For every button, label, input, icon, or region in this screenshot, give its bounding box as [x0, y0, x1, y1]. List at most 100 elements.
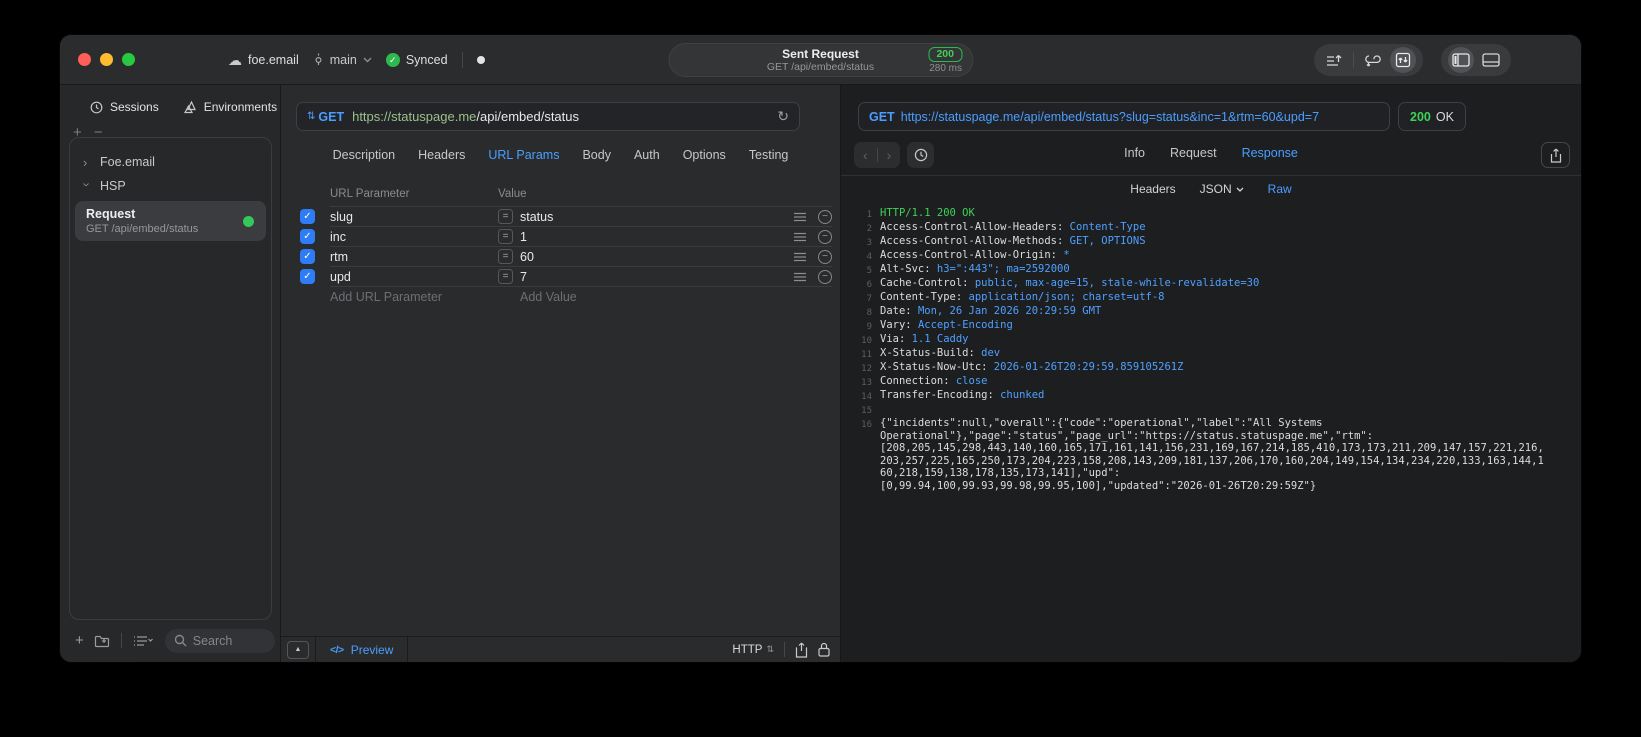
tab-sessions[interactable]: Sessions [90, 100, 159, 114]
tab-testing[interactable]: Testing [749, 148, 789, 162]
param-value[interactable]: 7 [520, 270, 794, 284]
drag-handle-icon[interactable] [794, 252, 806, 262]
lock-icon[interactable] [818, 642, 830, 657]
line-text: X-Status-Build: dev [880, 347, 1001, 359]
drag-handle-icon[interactable] [794, 232, 806, 242]
request-url-bar[interactable]: ⇅ GET https://statuspage.me /api/embed/s… [296, 102, 800, 131]
param-name[interactable]: upd [330, 270, 498, 284]
drag-handle-icon[interactable] [794, 272, 806, 282]
param-row: ✓ rtm = 60 − [281, 246, 840, 266]
protocol-selector[interactable]: HTTP ⇅ [732, 644, 774, 656]
line-text: Access-Control-Allow-Origin: * [880, 249, 1070, 261]
window-controls [78, 53, 135, 66]
request-status-pill[interactable]: Sent Request GET /api/embed/status 200 2… [668, 43, 973, 77]
response-url-display[interactable]: GET https://statuspage.me/api/embed/stat… [858, 102, 1390, 131]
param-name[interactable]: inc [330, 230, 498, 244]
import-export-button[interactable] [1390, 47, 1416, 73]
titlebar-divider [461, 52, 463, 68]
param-checkbox[interactable]: ✓ [300, 208, 315, 224]
response-status-badge: 200 OK [1398, 102, 1466, 131]
line-text: Date: Mon, 26 Jan 2026 20:29:59 GMT [880, 305, 1102, 317]
tab-info[interactable]: Info [1124, 146, 1145, 160]
tab-auth[interactable]: Auth [634, 148, 660, 162]
expand-panel-button[interactable]: ▲ [287, 640, 309, 659]
subtab-headers[interactable]: Headers [1130, 182, 1175, 196]
share-button[interactable] [795, 642, 808, 658]
tab-request[interactable]: Request [1170, 146, 1217, 160]
zoom-button[interactable] [122, 53, 135, 66]
param-value[interactable]: status [520, 210, 794, 224]
param-value[interactable]: 60 [520, 250, 794, 264]
new-folder-button[interactable] [89, 634, 115, 648]
toggle-bottom-panel-button[interactable] [1478, 47, 1504, 73]
param-row: ✓ upd = 7 − [281, 266, 840, 286]
footer-divider [407, 637, 409, 662]
tree-group-hsp[interactable]: › HSP [70, 174, 271, 198]
param-checkbox[interactable]: ✓ [300, 248, 315, 264]
tab-headers[interactable]: Headers [418, 148, 465, 162]
add-request-button[interactable]: + [70, 632, 89, 649]
equals-icon: = [498, 229, 513, 244]
remove-param-button[interactable]: − [818, 269, 832, 284]
close-button[interactable] [78, 53, 91, 66]
titlebar: ☁ foe.email main ✓ Synced Sent Request G… [60, 35, 1581, 85]
url-host[interactable]: https://statuspage.me [352, 109, 476, 124]
search-icon [174, 634, 187, 647]
clock-icon [90, 101, 103, 114]
drag-handle-icon[interactable] [794, 212, 806, 222]
line-number: 13 [861, 377, 872, 388]
line-number: 3 [866, 237, 872, 248]
project-menu[interactable]: ☁ foe.email [228, 52, 299, 69]
param-name[interactable]: rtm [330, 250, 498, 264]
sync-status[interactable]: ✓ Synced [385, 53, 448, 67]
param-checkbox[interactable]: ✓ [300, 268, 315, 284]
minimize-button[interactable] [100, 53, 113, 66]
equals-icon: = [498, 249, 513, 264]
branch-selector[interactable]: main [313, 53, 372, 67]
url-path[interactable]: /api/embed/status [476, 109, 579, 124]
sidebar-request-item[interactable]: Request GET /api/embed/status [75, 201, 266, 241]
request-duration: 280 ms [929, 63, 962, 74]
subtab-raw[interactable]: Raw [1268, 182, 1292, 196]
tab-description[interactable]: Description [333, 148, 396, 162]
preview-button[interactable]: </> Preview [316, 643, 407, 657]
view-options-button[interactable] [128, 635, 158, 647]
add-param-name-placeholder[interactable]: Add URL Parameter [330, 290, 520, 304]
tab-body[interactable]: Body [582, 148, 611, 162]
toolbar-divider [120, 633, 122, 648]
url-params-table: URL Parameter Value ✓ slug = status − ✓ … [281, 188, 840, 306]
remove-param-button[interactable]: − [818, 229, 832, 244]
status-text: OK [1435, 109, 1454, 124]
method-selector[interactable]: ⇅ GET [307, 110, 344, 124]
response-line: 1 HTTP/1.1 200 OK [855, 207, 1581, 221]
line-text: Access-Control-Allow-Methods: GET, OPTIO… [880, 235, 1146, 247]
equals-icon: = [498, 269, 513, 284]
response-line: 6 Cache-Control: public, max-age=15, sta… [855, 277, 1581, 291]
request-tabs: Description Headers URL Params Body Auth… [281, 148, 840, 162]
tab-options[interactable]: Options [683, 148, 726, 162]
tree-group-foe-email[interactable]: › Foe.email [70, 150, 271, 174]
chevron-down-icon: › [79, 182, 95, 187]
sync-requests-button[interactable] [1360, 47, 1386, 73]
resend-icon[interactable]: ↻ [777, 108, 789, 125]
export-response-button[interactable] [1541, 142, 1570, 168]
add-param-row[interactable]: Add URL Parameter Add Value [281, 286, 840, 306]
param-checkbox[interactable]: ✓ [300, 228, 315, 244]
tab-environments[interactable]: Environments [183, 100, 277, 114]
param-name[interactable]: slug [330, 210, 498, 224]
toggle-sidebar-button[interactable] [1448, 47, 1474, 73]
response-line: 12 X-Status-Now-Utc: 2026-01-26T20:29:59… [855, 361, 1581, 375]
status-code-badge: 200 [928, 47, 962, 62]
param-value[interactable]: 1 [520, 230, 794, 244]
send-all-button[interactable] [1321, 47, 1347, 73]
tab-response[interactable]: Response [1242, 146, 1298, 160]
protocol-label: HTTP [732, 643, 763, 656]
add-param-value-placeholder[interactable]: Add Value [520, 290, 577, 304]
response-code[interactable]: 1 HTTP/1.1 200 OK 2 Access-Control-Allow… [841, 207, 1581, 662]
tab-url-params[interactable]: URL Params [488, 148, 559, 162]
remove-param-button[interactable]: − [818, 249, 832, 264]
subtab-json[interactable]: JSON [1200, 182, 1244, 196]
remove-param-button[interactable]: − [818, 209, 832, 224]
response-line: 9 Vary: Accept-Encoding [855, 319, 1581, 333]
tree-group-label: HSP [100, 179, 126, 193]
